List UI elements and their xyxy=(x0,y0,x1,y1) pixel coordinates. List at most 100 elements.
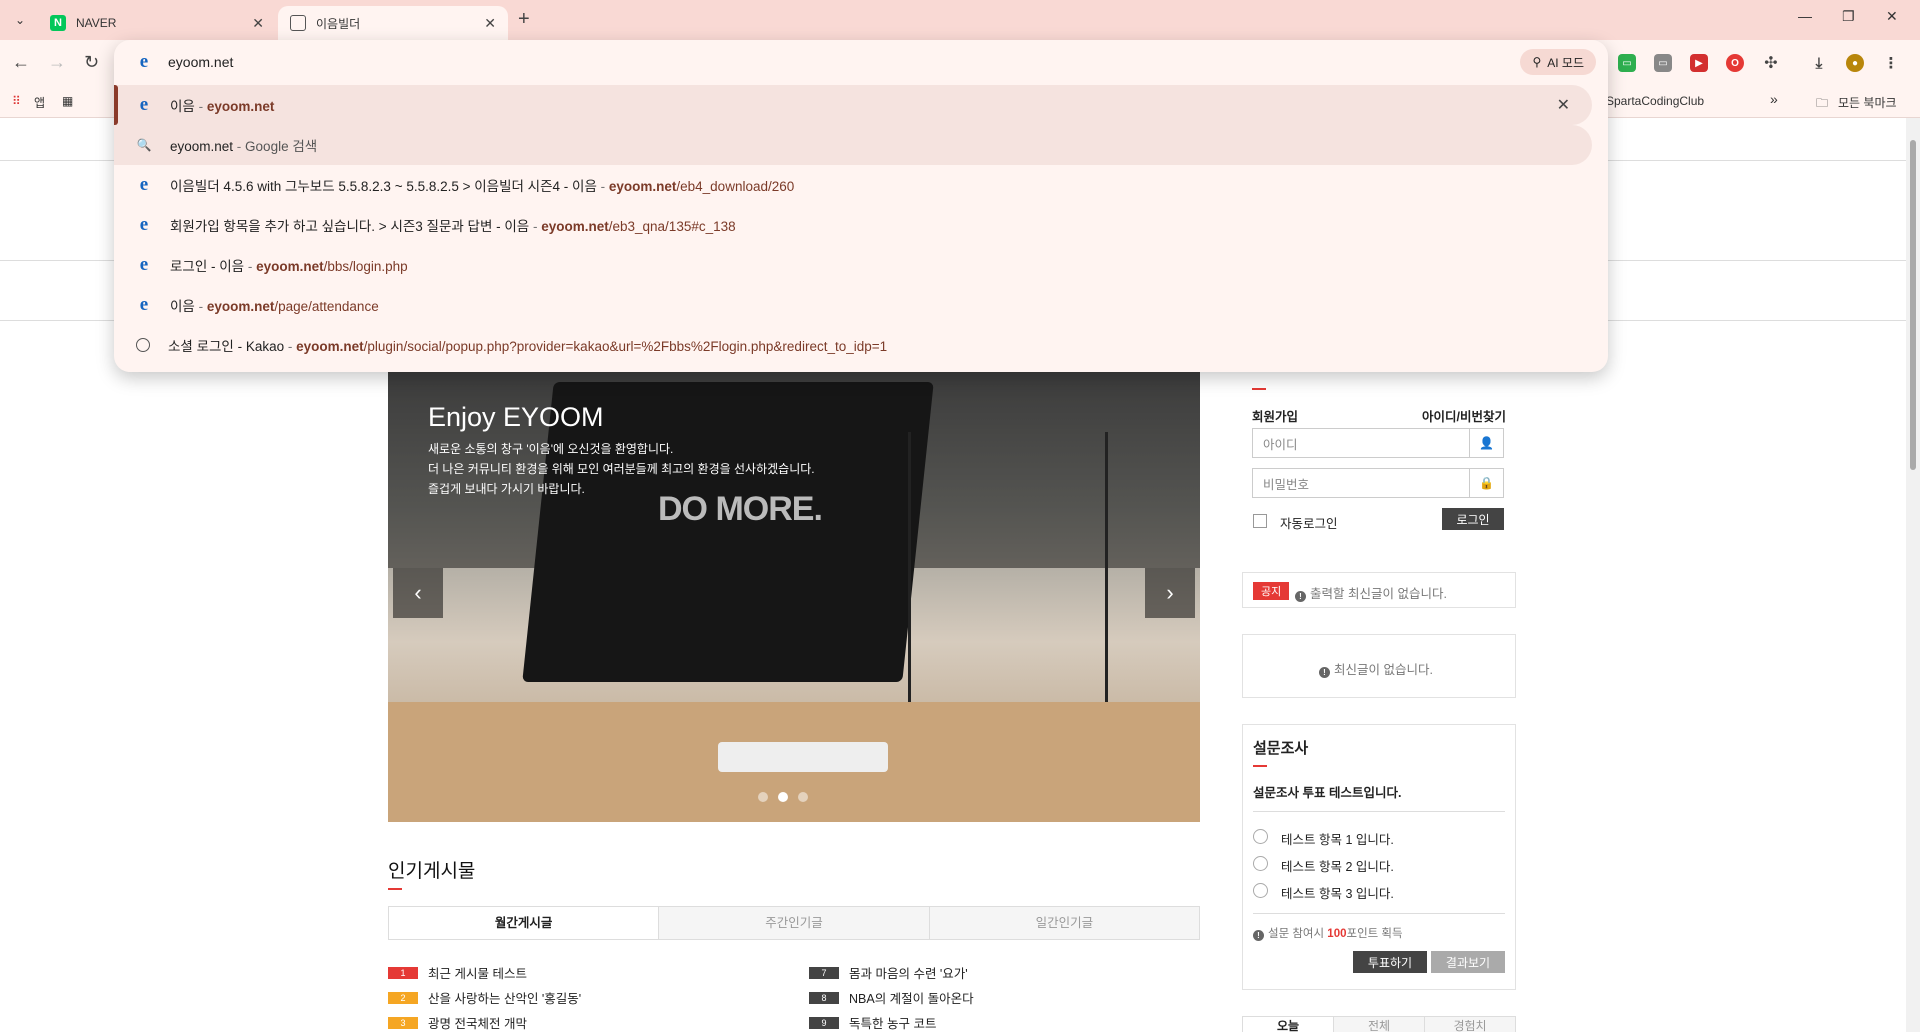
signup-link[interactable]: 회원가입 xyxy=(1252,406,1298,425)
scrollbar-thumb[interactable] xyxy=(1910,140,1916,470)
id-field[interactable]: 아이디 👤 xyxy=(1252,428,1504,458)
tab-exp[interactable]: 경험치 xyxy=(1424,1017,1515,1032)
search-icon: 🔍 xyxy=(136,138,152,152)
slider-shelf xyxy=(908,432,1108,712)
list-item[interactable]: 7 몸과 마음의 수련 '요가' xyxy=(809,960,974,985)
slider-dot[interactable] xyxy=(758,792,768,802)
suggestion-row[interactable]: 소셜 로그인 - Kakao - eyoom.net/plugin/social… xyxy=(114,325,1592,365)
tab-weekly[interactable]: 주간인기글 xyxy=(658,907,929,939)
suggestion-text: 이음빌더 4.5.6 with 그누보드 5.5.8.2.3 ~ 5.5.8.2… xyxy=(170,179,795,194)
result-button[interactable]: 결과보기 xyxy=(1431,951,1505,973)
remove-suggestion-icon[interactable]: ✕ xyxy=(1557,95,1570,115)
extension-red-icon[interactable]: ▶ xyxy=(1690,54,1708,72)
reload-icon[interactable]: ↻ xyxy=(84,52,99,73)
tab-bar: ⌄ N NAVER ✕ 이음빌더 ✕ + — ❐ ✕ xyxy=(0,0,1920,40)
close-tab-icon[interactable]: ✕ xyxy=(484,15,496,32)
profile-avatar-icon[interactable]: ● xyxy=(1846,54,1864,72)
vote-button[interactable]: 투표하기 xyxy=(1353,951,1427,973)
poll-option-2[interactable]: 테스트 항목 2 입니다. xyxy=(1281,856,1394,875)
all-bookmarks[interactable]: 모든 북마크 xyxy=(1838,94,1897,111)
download-icon[interactable]: ⤓ xyxy=(1810,54,1828,72)
popular-list-left: 1 최근 게시물 테스트 2 산을 사랑하는 산악인 '홍길동' 3 광명 전국체전 … xyxy=(388,960,581,1032)
extension-green-icon[interactable]: ▭ xyxy=(1618,54,1636,72)
post-title[interactable]: NBA의 계절이 돌아온다 xyxy=(849,988,974,1007)
suggestion-row[interactable]: e 이음빌더 4.5.6 with 그누보드 5.5.8.2.3 ~ 5.5.8… xyxy=(114,165,1592,205)
close-tab-icon[interactable]: ✕ xyxy=(252,15,264,32)
extension-gray-icon[interactable]: ▭ xyxy=(1654,54,1672,72)
login-box: LOGIN 회원가입 아이디/비번찾기 아이디 👤 비밀번호 🔒 자동로그인 로… xyxy=(1242,358,1516,546)
tab-monthly[interactable]: 월간게시글 xyxy=(389,907,659,939)
ai-mode-button[interactable]: ⚲ AI 모드 xyxy=(1520,49,1596,75)
address-input[interactable]: eyoom.net xyxy=(168,54,233,70)
poll-option-3[interactable]: 테스트 항목 3 입니다. xyxy=(1281,883,1394,902)
rank-badge: 3 xyxy=(388,1016,418,1029)
forward-icon[interactable]: → xyxy=(48,52,66,73)
poll-option-1[interactable]: 테스트 항목 1 입니다. xyxy=(1281,829,1394,848)
post-title[interactable]: 산을 사랑하는 산악인 '홍길동' xyxy=(428,988,581,1007)
address-bar[interactable]: e eyoom.net ⚲ AI 모드 xyxy=(114,40,1608,84)
popular-posts-title: 인기게시물 xyxy=(388,861,476,882)
rank-badge: 2 xyxy=(388,991,418,1004)
auto-login-checkbox[interactable] xyxy=(1253,514,1267,528)
suggestion-text: 로그인 - 이음 - eyoom.net/bbs/login.php xyxy=(170,259,408,274)
tab-search-chevron-icon[interactable]: ⌄ xyxy=(8,8,32,32)
tab-naver[interactable]: N NAVER ✕ xyxy=(38,6,276,40)
close-window-icon[interactable]: ✕ xyxy=(1886,8,1898,25)
tab-daily[interactable]: 일간인기글 xyxy=(928,907,1199,939)
suggestion-text: 이음 - eyoom.net/page/attendance xyxy=(170,299,379,314)
eyoom-icon: e xyxy=(139,51,149,72)
list-item[interactable]: 8 NBA의 계절이 돌아온다 xyxy=(809,985,974,1010)
slider-next-arrow-icon[interactable]: › xyxy=(1145,568,1195,618)
poll-divider xyxy=(1253,913,1505,914)
poll-radio-2[interactable] xyxy=(1253,856,1268,871)
post-title[interactable]: 독특한 농구 코트 xyxy=(849,1013,936,1032)
slider-dot[interactable] xyxy=(778,792,788,802)
apps-grid-icon[interactable]: ⠿ xyxy=(12,94,21,108)
list-item[interactable]: 3 광명 전국체전 개막 xyxy=(388,1010,581,1032)
minimize-icon[interactable]: — xyxy=(1798,8,1812,24)
restore-icon[interactable]: ❐ xyxy=(1842,8,1855,25)
bookmark-apps[interactable]: 앱 xyxy=(34,94,45,111)
tab-all[interactable]: 전체 xyxy=(1333,1017,1424,1032)
slider-dot[interactable] xyxy=(798,792,808,802)
poll-radio-3[interactable] xyxy=(1253,883,1268,898)
opera-icon[interactable]: O xyxy=(1726,54,1744,72)
back-icon[interactable]: ← xyxy=(12,52,30,73)
suggestion-row[interactable]: e 회원가입 항목을 추가 하고 싶습니다. > 시즌3 질문과 답변 - 이음… xyxy=(114,205,1592,245)
menu-kebab-icon[interactable]: ⋮ xyxy=(1882,54,1900,72)
rank-badge: 1 xyxy=(388,966,418,979)
password-field[interactable]: 비밀번호 🔒 xyxy=(1252,468,1504,498)
tab-title: 이음빌더 xyxy=(316,16,361,31)
post-title[interactable]: 광명 전국체전 개막 xyxy=(428,1013,527,1032)
new-tab-icon[interactable]: + xyxy=(518,8,530,31)
bookmarks-overflow-icon[interactable]: » xyxy=(1770,91,1778,107)
tab-groups-icon[interactable]: ▦ xyxy=(62,94,73,108)
find-account-link[interactable]: 아이디/비번찾기 xyxy=(1422,406,1506,425)
omnibox-dropdown: e eyoom.net ⚲ AI 모드 e 이음 - eyoom.net ✕ 🔍 … xyxy=(114,40,1608,372)
info-icon: ! xyxy=(1319,667,1330,678)
tab-today[interactable]: 오늘 xyxy=(1243,1017,1333,1032)
suggestion-row[interactable]: e 이음 - eyoom.net ✕ xyxy=(114,85,1592,125)
post-title[interactable]: 몸과 마음의 수련 '요가' xyxy=(849,963,968,982)
suggestion-text: 이음 - eyoom.net xyxy=(170,99,275,114)
latest-box: ! 최신글이 없습니다. xyxy=(1242,634,1516,698)
suggestion-row[interactable]: e 로그인 - 이음 - eyoom.net/bbs/login.php xyxy=(114,245,1592,285)
login-button[interactable]: 로그인 xyxy=(1442,508,1504,530)
suggestion-row[interactable]: e 이음 - eyoom.net/page/attendance xyxy=(114,285,1592,325)
suggestion-row[interactable]: 🔍 eyoom.net - Google 검색 xyxy=(114,125,1592,165)
list-item[interactable]: 1 최근 게시물 테스트 xyxy=(388,960,581,985)
naver-favicon-icon: N xyxy=(50,15,66,31)
bookmark-spartacoding[interactable]: SpartaCodingClub xyxy=(1606,94,1704,108)
post-title[interactable]: 최근 게시물 테스트 xyxy=(428,963,527,982)
page-scrollbar[interactable] xyxy=(1906,118,1920,1032)
extensions-puzzle-icon[interactable]: ✣ xyxy=(1762,54,1780,72)
slider-dots xyxy=(758,792,808,802)
eyoom-icon: e xyxy=(139,214,149,235)
poll-radio-1[interactable] xyxy=(1253,829,1268,844)
slider-line-3: 즐겁게 보내다 가시기 바랍니다. xyxy=(428,482,585,496)
tab-eyoom[interactable]: 이음빌더 ✕ xyxy=(278,6,508,40)
eyoom-icon: e xyxy=(139,294,149,315)
slider-prev-arrow-icon[interactable]: ‹ xyxy=(393,568,443,618)
list-item[interactable]: 2 산을 사랑하는 산악인 '홍길동' xyxy=(388,985,581,1010)
list-item[interactable]: 9 독특한 농구 코트 xyxy=(809,1010,974,1032)
